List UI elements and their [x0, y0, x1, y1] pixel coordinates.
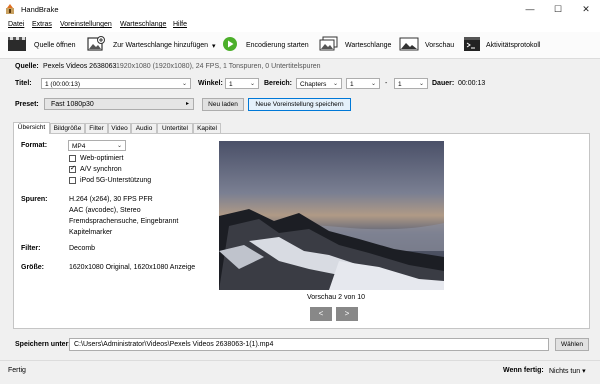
next-preview-button[interactable]: >: [336, 307, 358, 321]
status-text: Fertig: [8, 367, 26, 374]
minimize-button[interactable]: —: [516, 0, 544, 18]
when-done-label: Wenn fertig:: [503, 367, 544, 374]
av-sync-checkbox[interactable]: [69, 164, 76, 173]
chevron-down-icon: ⌄: [181, 81, 187, 87]
preview-image: [219, 141, 444, 290]
preset-selector[interactable]: Fast 1080p30 ▸: [44, 98, 194, 110]
activity-log-button[interactable]: Aktivitätsprotokoll: [463, 35, 568, 55]
chevron-down-icon: ⌄: [249, 81, 255, 87]
add-to-queue-button[interactable]: Zur Warteschlange hinzufügen ▾: [87, 35, 217, 55]
ipod-support-label: iPod 5G-Unterstützung: [80, 177, 152, 184]
tab-video[interactable]: Video: [108, 123, 131, 133]
queue-icon: [319, 36, 338, 51]
title-dropdown[interactable]: 1 (00:00:13) ⌄: [41, 78, 191, 89]
range-label: Bereich:: [264, 80, 293, 87]
toolbar: Quelle öffnen Zur Warteschlange hinzufüg…: [0, 32, 600, 59]
tracks-label: Spuren:: [21, 196, 48, 203]
chevron-down-icon: ⌄: [418, 81, 424, 87]
when-done-dropdown[interactable]: Nichts tun ▾: [549, 367, 586, 375]
range-to-dropdown[interactable]: 1 ⌄: [394, 78, 428, 89]
queue-button[interactable]: Warteschlange: [319, 35, 394, 55]
preset-label: Preset:: [15, 101, 39, 108]
source-label: Quelle:: [15, 63, 39, 70]
save-path-input[interactable]: C:\Users\Administrator\Videos\Pexels Vid…: [69, 338, 549, 351]
range-from-dropdown[interactable]: 1 ⌄: [346, 78, 380, 89]
open-source-button[interactable]: Quelle öffnen: [7, 35, 82, 55]
web-optimized-label: Web-optimiert: [80, 155, 124, 162]
add-image-icon: [87, 36, 105, 51]
range-separator: -: [385, 80, 388, 87]
film-clapper-icon: [8, 37, 26, 51]
handbrake-app-icon: [6, 4, 14, 14]
filter-value: Decomb: [69, 245, 96, 252]
tab-chapters[interactable]: Kapitel: [193, 123, 221, 133]
menu-extras[interactable]: Extras: [32, 21, 52, 28]
track-subtitle: Fremdsprachensuche, Eingebrannt: [69, 218, 179, 225]
chevron-down-icon: ▾: [212, 43, 216, 50]
reload-preset-button[interactable]: Neu laden: [202, 98, 244, 111]
menu-datei[interactable]: Datei: [8, 21, 24, 28]
track-video: H.264 (x264), 30 FPS PFR: [69, 196, 153, 203]
preview-caption: Vorschau 2 von 10: [307, 294, 365, 301]
menu-voreinstellungen[interactable]: Voreinstellungen: [60, 21, 112, 28]
range-type-dropdown[interactable]: Chapters ⌄: [296, 78, 342, 89]
maximize-button[interactable]: ☐: [544, 0, 572, 18]
filter-label: Filter:: [21, 245, 41, 252]
size-label: Größe:: [21, 264, 44, 271]
menu-warteschlange[interactable]: Warteschlange: [120, 21, 166, 28]
terminal-icon: [464, 37, 480, 51]
tab-dimensions[interactable]: Bildgröße: [50, 123, 85, 133]
track-chapters: Kapitelmarker: [69, 229, 113, 236]
tab-overview[interactable]: Übersicht: [13, 122, 50, 134]
ipod-support-checkbox[interactable]: [69, 177, 76, 184]
start-encode-button[interactable]: Encodierung starten: [222, 35, 314, 55]
window-title: HandBrake: [21, 5, 59, 14]
duration-label: Dauer:: [432, 80, 455, 87]
av-sync-label: A/V synchron: [80, 166, 122, 173]
chevron-down-icon: ⌄: [370, 81, 376, 87]
source-name: Pexels Videos 2638063: [43, 63, 117, 70]
chevron-right-icon: ▸: [185, 101, 189, 107]
title-label: Titel:: [15, 80, 32, 87]
menu-hilfe[interactable]: Hilfe: [173, 21, 187, 28]
track-audio: AAC (avcodec), Stereo: [69, 207, 141, 214]
save-new-preset-button[interactable]: Neue Voreinstellung speichern: [248, 98, 351, 111]
chevron-down-icon: ⌄: [116, 143, 122, 149]
source-info: 1920x1080 (1920x1080), 24 FPS, 1 Tonspur…: [116, 63, 321, 70]
save-as-label: Speichern unter:: [15, 341, 71, 348]
size-value: 1620x1080 Original, 1620x1080 Anzeige: [69, 264, 196, 271]
web-optimized-checkbox[interactable]: [69, 155, 76, 162]
format-label: Format:: [21, 142, 48, 149]
format-dropdown[interactable]: MP4 ⌄: [68, 140, 126, 151]
browse-button[interactable]: Wählen: [555, 338, 589, 351]
preview-button[interactable]: Vorschau: [399, 35, 459, 55]
previous-preview-button[interactable]: <: [310, 307, 332, 321]
close-button[interactable]: ✕: [572, 0, 600, 18]
tab-filters[interactable]: Filter: [85, 123, 108, 133]
angle-dropdown[interactable]: 1 ⌄: [225, 78, 259, 89]
tab-subtitles[interactable]: Untertitel: [157, 123, 193, 133]
menu-bar: Datei Extras Voreinstellungen Warteschla…: [0, 18, 600, 32]
duration-value: 00:00:13: [458, 80, 486, 87]
preview-icon: [399, 37, 419, 51]
angle-label: Winkel:: [198, 80, 223, 87]
chevron-down-icon: ⌄: [332, 81, 338, 87]
tab-audio[interactable]: Audio: [131, 123, 157, 133]
status-bar: Fertig Wenn fertig: Nichts tun ▾: [0, 360, 600, 384]
title-bar: HandBrake — ☐ ✕: [0, 0, 600, 18]
chevron-down-icon: ▾: [582, 368, 586, 375]
play-icon: [223, 37, 237, 51]
